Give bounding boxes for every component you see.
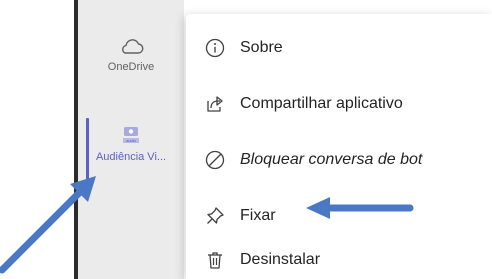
app-rail: OneDrive audin Audiência Vi... ... [78, 0, 218, 279]
menu-item-desinstalar[interactable]: Desinstalar [186, 240, 492, 279]
menu-item-bloquear-conversa[interactable]: Bloquear conversa de bot [186, 140, 492, 180]
menu-item-label: Bloquear conversa de bot [240, 151, 423, 168]
info-icon [205, 38, 225, 58]
menu-item-label: Fixar [240, 207, 276, 224]
menu-item-sobre[interactable]: Sobre [186, 28, 492, 68]
share-icon [207, 96, 223, 112]
block-icon [205, 150, 225, 170]
rail-item-label: Audiência Vi... [95, 151, 167, 163]
teams-screenshot: OneDrive audin Audiência Vi... ... [0, 0, 492, 279]
cloud-icon [122, 39, 144, 54]
trash-icon [208, 252, 222, 269]
background-strip [0, 0, 78, 279]
menu-item-label: Desinstalar [240, 251, 321, 268]
audin-app-icon: audin [123, 127, 139, 143]
menu-item-label: Sobre [240, 39, 283, 56]
rail-item-label: OneDrive [107, 61, 155, 73]
rail-item-audiencia-virtual[interactable]: audin Audiência Vi... [78, 124, 184, 163]
context-menu: Sobre Compartilhar aplicativo Bloquear c… [186, 14, 492, 279]
audin-icon-text: audin [126, 138, 136, 143]
menu-item-label: Compartilhar aplicativo [240, 95, 403, 112]
menu-item-compartilhar-aplicativo[interactable]: Compartilhar aplicativo [186, 84, 492, 124]
menu-item-fixar[interactable]: Fixar [186, 196, 492, 236]
pin-icon [207, 207, 224, 224]
active-indicator [86, 118, 89, 198]
rail-item-onedrive[interactable]: OneDrive [78, 34, 184, 73]
